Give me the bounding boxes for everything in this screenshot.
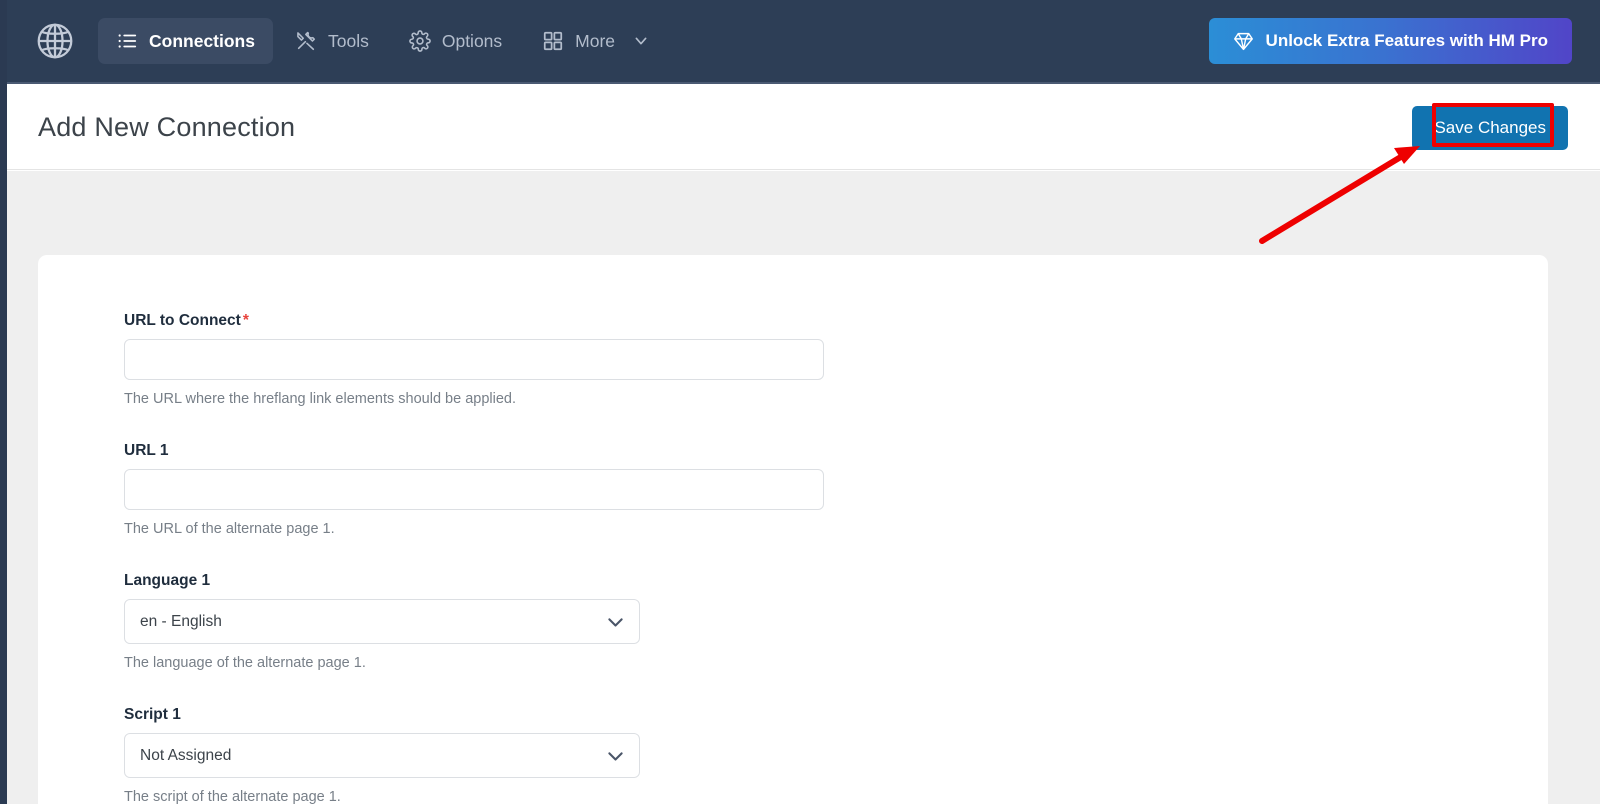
content-area: URL to Connect* The URL where the hrefla… [7,171,1600,804]
field-language-1: Language 1 en - English The language of … [124,572,1548,671]
field-label: Script 1 [124,706,1548,724]
script-1-select-wrap: Not Assigned [124,733,640,778]
nav-item-connections[interactable]: Connections [98,18,273,64]
page-header-bar: Add New Connection Save Changes [7,86,1600,170]
spacer [124,537,1548,572]
field-url-1: URL 1 The URL of the alternate page 1. [124,442,1548,537]
grid-icon [542,30,564,52]
field-help-text: The language of the alternate page 1. [124,655,1548,671]
unlock-pro-button[interactable]: Unlock Extra Features with HM Pro [1209,18,1572,64]
connection-form-card: URL to Connect* The URL where the hrefla… [38,255,1548,804]
field-help-text: The URL of the alternate page 1. [124,521,1548,537]
field-label: URL to Connect* [124,312,1548,330]
field-url-to-connect: URL to Connect* The URL where the hrefla… [124,312,1548,407]
spacer [124,407,1548,442]
page-title: Add New Connection [38,112,295,143]
field-script-1: Script 1 Not Assigned The script of the … [124,706,1548,804]
nav-item-label: Connections [149,31,255,52]
script-1-select[interactable]: Not Assigned [124,733,640,778]
unlock-pro-label: Unlock Extra Features with HM Pro [1266,31,1548,51]
app-root: Connections Tools [0,0,1600,804]
save-changes-button[interactable]: Save Changes [1412,106,1568,150]
script-1-value: Not Assigned [140,747,231,765]
url-to-connect-input[interactable] [124,339,824,380]
list-icon [116,30,138,52]
nav-menu: Connections Tools [98,18,667,64]
nav-item-label: Tools [328,31,369,52]
required-asterisk: * [243,312,249,329]
tools-icon [295,30,317,52]
nav-item-label: More [575,31,615,52]
url-1-input[interactable] [124,469,824,510]
nav-item-more[interactable]: More [524,18,667,64]
field-label-text: URL to Connect [124,312,241,329]
spacer [124,671,1548,706]
chevron-down-icon [633,33,649,49]
diamond-icon [1233,31,1254,52]
field-help-text: The script of the alternate page 1. [124,789,1548,804]
left-edge-strip [0,0,7,804]
field-label: Language 1 [124,572,1548,590]
connection-form: URL to Connect* The URL where the hrefla… [38,255,1548,804]
globe-icon [34,20,76,62]
top-navbar: Connections Tools [0,0,1600,84]
nav-item-label: Options [442,31,502,52]
nav-item-options[interactable]: Options [391,18,520,64]
language-1-select-wrap: en - English [124,599,640,644]
gear-icon [409,30,431,52]
language-1-select[interactable]: en - English [124,599,640,644]
language-1-value: en - English [140,613,222,631]
field-help-text: The URL where the hreflang link elements… [124,391,1548,407]
nav-item-tools[interactable]: Tools [277,18,387,64]
field-label: URL 1 [124,442,1548,460]
